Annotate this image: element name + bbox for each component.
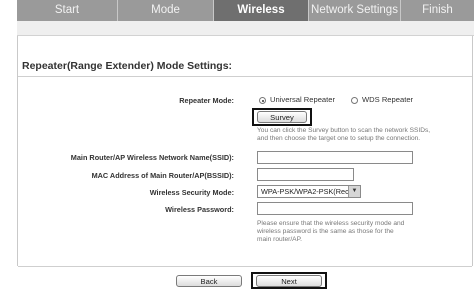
tab-finish[interactable]: Finish [401,0,474,21]
security-mode-label: Wireless Security Mode: [149,188,234,197]
password-input[interactable] [257,202,413,215]
survey-hint: You can click the Survey button to scan … [257,127,430,143]
tab-network-settings[interactable]: Network Settings [309,0,401,21]
next-button[interactable]: Next [256,275,322,287]
survey-hint-line: and then choose the target one to setup … [257,135,421,143]
security-mode-value: WPA-PSK/WPA2-PSK(Recomm [261,187,361,196]
survey-hint-line: You can click the Survey button to scan … [257,127,431,134]
universal-repeater-radio[interactable] [259,97,266,104]
tab-mode[interactable]: Mode [118,0,214,21]
security-mode-select[interactable]: WPA-PSK/WPA2-PSK(Recomm ▼ [257,185,361,198]
password-hint-line: main router/AP. [257,236,302,244]
survey-button[interactable]: Survey [257,111,307,123]
tab-start[interactable]: Start [17,0,118,21]
footer-divider [18,266,472,267]
wds-repeater-label: WDS Repeater [362,95,414,104]
page-title: Repeater(Range Extender) Mode Settings: [22,60,233,72]
repeater-mode-label: Repeater Mode: [179,96,234,105]
chevron-down-icon[interactable]: ▼ [348,186,360,197]
back-button[interactable]: Back [176,275,242,287]
password-hint-line: wireless password is the same as those f… [257,228,394,236]
tab-subbar [17,21,474,36]
password-label: Wireless Password: [165,205,234,214]
bssid-input[interactable] [257,168,354,181]
password-hint-line: Please ensure that the wireless security… [257,220,405,227]
ssid-label: Main Router/AP Wireless Network Name(SSI… [70,153,234,162]
heading-divider [18,76,472,77]
wizard-tabs: Start Mode Wireless Settings Network Set… [17,0,474,37]
ssid-input[interactable] [257,151,413,164]
bssid-label: MAC Address of Main Router/AP(BSSID): [91,171,234,180]
password-hint: Please ensure that the wireless security… [257,220,404,245]
wds-repeater-radio[interactable] [351,97,358,104]
universal-repeater-label: Universal Repeater [270,95,335,104]
tab-wireless-settings[interactable]: Wireless Settings [214,0,309,37]
